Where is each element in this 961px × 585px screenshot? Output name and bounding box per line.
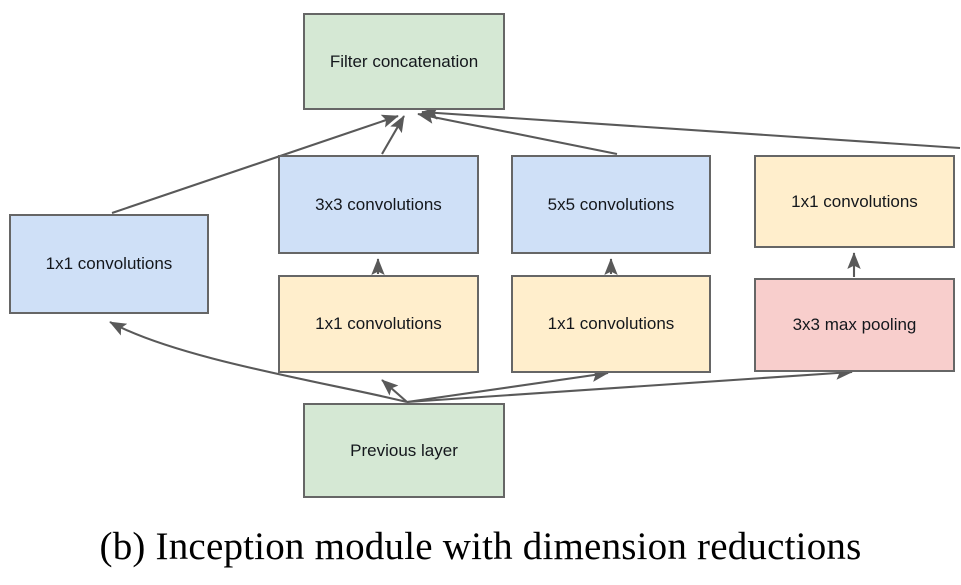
inception-module-figure: Filter concatenation 1x1 convolutions 3x… xyxy=(0,0,961,585)
node-label: 5x5 convolutions xyxy=(547,194,675,214)
node-label: 3x3 max pooling xyxy=(792,315,917,335)
node-left-1x1-convolutions[interactable]: 1x1 convolutions xyxy=(9,214,209,314)
figure-caption: (b) Inception module with dimension redu… xyxy=(99,525,862,568)
edge-prev-to-midright1x1 xyxy=(406,368,609,404)
node-mid-right-1x1-convolutions[interactable]: 1x1 convolutions xyxy=(511,275,711,373)
node-label: 1x1 convolutions xyxy=(45,254,173,274)
node-label: 1x1 convolutions xyxy=(315,314,442,334)
edge-3x3conv-to-concat xyxy=(381,115,405,155)
node-label: 3x3 convolutions xyxy=(315,194,442,214)
edge-5x5conv-to-concat xyxy=(417,110,618,156)
node-3x3-max-pooling[interactable]: 3x3 max pooling xyxy=(754,278,955,372)
node-filter-concatenation[interactable]: Filter concatenation xyxy=(303,13,505,110)
node-label: Previous layer xyxy=(350,440,458,460)
node-previous-layer[interactable]: Previous layer xyxy=(303,403,505,498)
edge-prev-to-maxpool xyxy=(406,366,853,404)
node-right-1x1-convolutions[interactable]: 1x1 convolutions xyxy=(754,155,955,248)
node-label: 1x1 convolutions xyxy=(547,314,675,334)
node-5x5-convolutions[interactable]: 5x5 convolutions xyxy=(511,155,711,254)
node-label: Filter concatenation xyxy=(329,51,479,71)
node-3x3-convolutions[interactable]: 3x3 convolutions xyxy=(278,155,479,254)
node-label: 1x1 convolutions xyxy=(791,191,918,211)
node-mid-left-1x1-convolutions[interactable]: 1x1 convolutions xyxy=(278,275,479,373)
